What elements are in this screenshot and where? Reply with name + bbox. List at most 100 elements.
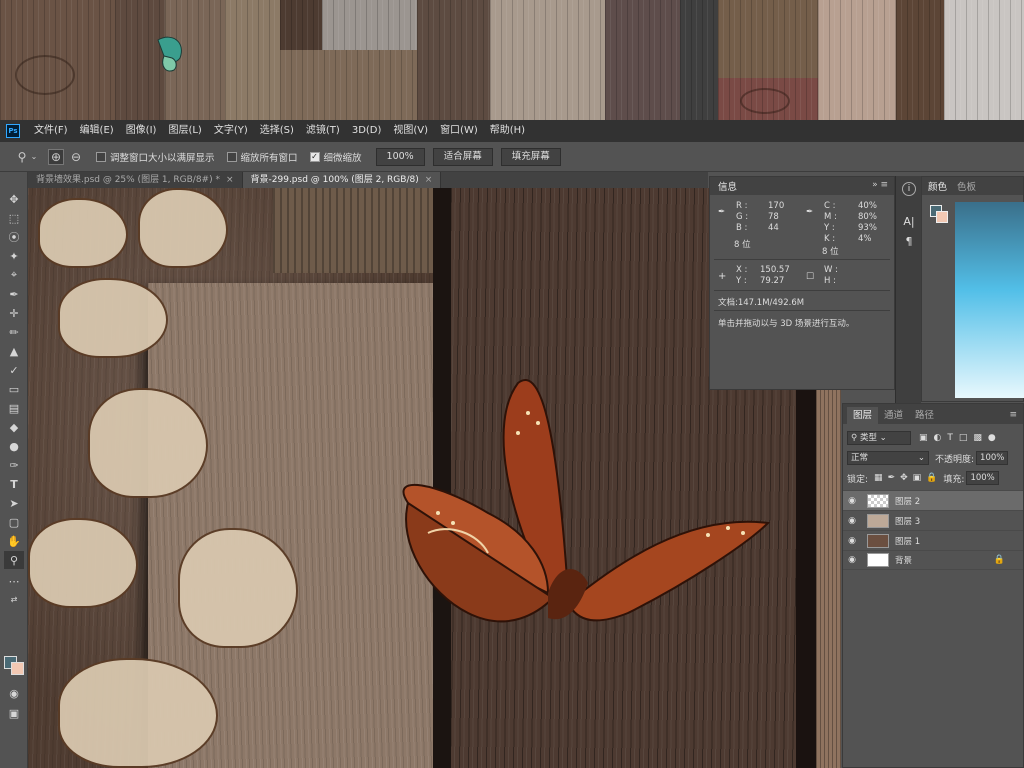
blur-tool-icon[interactable]: ◆ [4,418,24,436]
filter-smart-object-icon[interactable]: ▩ [973,433,982,443]
path-select-tool-icon[interactable]: ➤ [4,494,24,512]
more-tools-icon[interactable]: ⋯ [4,572,24,590]
stamp-tool-icon[interactable]: ▲ [4,342,24,360]
background-color-swatch[interactable] [11,662,24,675]
filter-type-icon[interactable]: T [947,433,953,443]
menu-bar: Ps 文件(F) 编辑(E) 图像(I) 图层(L) 文字(Y) 选择(S) 滤… [0,120,1024,142]
menu-help[interactable]: 帮助(H) [484,120,531,142]
screen-mode-icon[interactable]: ▣ [4,704,24,722]
menu-view[interactable]: 视图(V) [387,120,434,142]
close-icon[interactable]: × [226,175,234,185]
layer-row[interactable]: ◉ 图层 1 [843,530,1023,550]
eye-icon[interactable]: ◉ [843,555,861,565]
layer-thumbnail [867,553,889,567]
hand-tool-icon[interactable]: ✋ [4,532,24,550]
document-tabs: 背景墙效果.psd @ 25% (图层 1, RGB/8#) * × 背景-299… [28,172,708,188]
filter-shape-icon[interactable]: □ [959,433,968,443]
lasso-tool-icon[interactable]: ⦿ [4,228,24,246]
checkmark-icon: ✓ [309,151,320,162]
close-icon[interactable]: × [425,175,433,185]
menu-edit[interactable]: 编辑(E) [74,120,120,142]
chevron-down-icon[interactable]: ⌄ [30,149,38,165]
menu-file[interactable]: 文件(F) [28,120,74,142]
tab-color[interactable]: 颜色 [928,179,957,193]
fill-screen-button[interactable]: 填充屏幕 [500,147,561,166]
flower-petal [28,518,138,608]
menu-type[interactable]: 文字(Y) [208,120,254,142]
history-brush-tool-icon[interactable]: ✓ [4,361,24,379]
tab-channels[interactable]: 通道 [878,407,909,424]
tab-info[interactable]: 信息 [718,179,737,193]
panel-menu-icon[interactable]: ≡ [1009,410,1017,420]
zoom-out-icon[interactable]: ⊖ [68,149,84,165]
pen-tool-icon[interactable]: ✑ [4,456,24,474]
fill-input[interactable]: 100% [966,471,999,485]
opacity-input[interactable]: 100% [976,451,1009,465]
eraser-tool-icon[interactable]: ▭ [4,380,24,398]
paragraph-icon[interactable]: ¶ [900,232,918,250]
swap-colors-icon[interactable]: ⇄ [4,590,24,608]
tab-layers[interactable]: 图层 [847,407,879,424]
zoom-tool-icon[interactable]: ⚲ [4,551,24,569]
marquee-tool-icon[interactable]: ⬚ [4,209,24,227]
filter-adjustment-icon[interactable]: ◐ [934,433,942,443]
layer-filter-dropdown[interactable]: ⚲ 类型 ⌄ [847,431,911,445]
menu-select[interactable]: 选择(S) [254,120,300,142]
crop-tool-icon[interactable]: ⌖ [4,266,24,284]
info-icon[interactable]: i [902,182,916,196]
menu-filter[interactable]: 滤镜(T) [300,120,346,142]
eyedropper-icon: ✒ [718,207,726,217]
move-tool-icon[interactable]: ✥ [4,190,24,208]
eye-icon[interactable]: ◉ [843,536,861,546]
flower-petal [58,658,218,768]
divider [714,259,890,260]
lock-row: 锁定: ▦ ✒ ✥ ▣ 🔒 填充: 100% [847,470,999,486]
tab-paths[interactable]: 路径 [909,407,940,424]
shape-tool-icon[interactable]: ▢ [4,513,24,531]
scrubby-zoom-checkbox[interactable]: ✓ 细微缩放 [309,150,362,164]
zoom-tool-preset-icon[interactable]: ⚲ [14,149,30,165]
menu-layer[interactable]: 图层(L) [162,120,207,142]
gradient-tool-icon[interactable]: ▤ [4,399,24,417]
menu-3d[interactable]: 3D(D) [346,120,388,142]
quick-mask-icon[interactable]: ◉ [4,684,24,702]
lock-artboard-icon[interactable]: ▣ [913,473,922,483]
butterfly-icon [157,36,182,72]
lock-image-icon[interactable]: ✒ [888,473,896,483]
wood-texture-preview [0,0,1024,120]
panel-menu-icon[interactable]: » ≡ [872,180,888,190]
type-tool-icon[interactable]: T [4,475,24,493]
zoom-in-icon[interactable]: ⊕ [48,148,64,165]
quick-select-tool-icon[interactable]: ✦ [4,247,24,265]
fit-screen-button[interactable]: 适合屏幕 [432,147,493,166]
crosshair-icon: + [718,271,727,282]
layer-row[interactable]: ◉ 背景 🔒 [843,550,1023,570]
lock-all-icon[interactable]: 🔒 [926,473,937,483]
layer-row[interactable]: ◉ 图层 2 [843,490,1023,510]
filter-toggle-icon[interactable]: ● [988,433,996,443]
layer-thumbnail [867,513,889,528]
filter-pixel-icon[interactable]: ▣ [919,433,928,443]
zoom-100-button[interactable]: 100% [375,147,425,166]
menu-window[interactable]: 窗口(W) [434,120,484,142]
character-icon[interactable]: A| [900,212,918,230]
eye-icon[interactable]: ◉ [843,516,861,526]
lock-position-icon[interactable]: ✥ [900,473,908,483]
layer-row[interactable]: ◉ 图层 3 [843,510,1023,530]
dodge-tool-icon[interactable]: ● [4,437,24,455]
color-picker-field[interactable] [955,202,1024,398]
lock-transparent-icon[interactable]: ▦ [874,473,883,483]
divider [714,310,890,311]
resize-windows-checkbox[interactable]: 调整窗口大小以满屏显示 [96,150,215,164]
healing-brush-tool-icon[interactable]: ✛ [4,304,24,322]
brush-tool-icon[interactable]: ✏ [4,323,24,341]
eye-icon[interactable]: ◉ [843,496,861,506]
eyedropper-tool-icon[interactable]: ✒ [4,285,24,303]
tab-swatches[interactable]: 色板 [957,179,976,193]
background-color-swatch[interactable] [936,211,948,223]
tab-document-1[interactable]: 背景墙效果.psd @ 25% (图层 1, RGB/8#) * × [28,172,243,188]
menu-image[interactable]: 图像(I) [120,120,163,142]
tab-document-2[interactable]: 背景-299.psd @ 100% (图层 2, RGB/8) × [242,172,442,188]
zoom-all-windows-checkbox[interactable]: 缩放所有窗口 [226,150,298,164]
blend-mode-dropdown[interactable]: 正常 ⌄ [847,451,929,465]
